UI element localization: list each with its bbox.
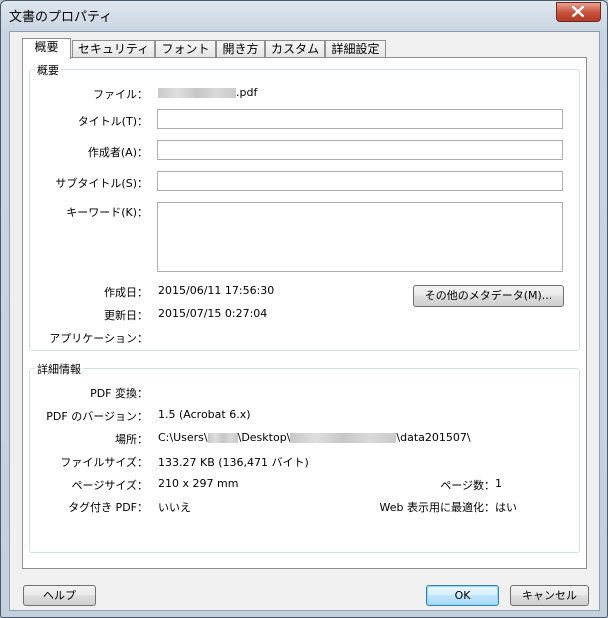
summary-group-label: 概要 (35, 62, 61, 78)
more-metadata-button[interactable]: その他のメタデータ(M)... (413, 285, 564, 307)
help-button[interactable]: ヘルプ (23, 585, 96, 606)
tab-label: セキュリティ (77, 42, 150, 56)
tagged-pdf-label: タグ付き PDF： (68, 501, 148, 514)
page-count-label: ページ数： (440, 479, 495, 492)
application-label: アプリケーション： (49, 332, 148, 345)
fast-web-view-value: はい (495, 501, 517, 514)
title-label: タイトル(T)： (77, 115, 148, 128)
pdf-version-value: 1.5 (Acrobat 6.x) (158, 408, 251, 421)
tab-page-summary: 概要 ファイル： .pdf タイトル(T)： 作成者(A)： サブタイトル(S)… (22, 57, 587, 569)
redacted-filename (158, 88, 236, 98)
location-suffix: \data201507\ (396, 431, 471, 444)
author-field[interactable] (157, 140, 563, 160)
tab-initial-view[interactable]: 開き方 (216, 40, 265, 58)
location-middle: \Desktop\ (237, 431, 291, 444)
producer-label: PDF 変換： (90, 387, 148, 400)
ok-button[interactable]: OK (426, 585, 499, 606)
location-value: C:\Users\ \Desktop\ \data201507\ (158, 431, 471, 444)
tab-custom[interactable]: カスタム (265, 40, 325, 58)
tab-label: 開き方 (222, 42, 259, 56)
author-label: 作成者(A)： (87, 146, 148, 159)
file-value: .pdf (158, 86, 257, 99)
tab-summary[interactable]: 概要 (22, 38, 71, 59)
document-properties-window: 文書のプロパティ 概要 セキュリティ フォント 開き方 カスタム 詳細設定 概要… (0, 0, 608, 618)
cancel-button[interactable]: キャンセル (510, 585, 589, 606)
fast-web-view-label: Web 表示用に最適化： (379, 501, 495, 514)
redacted-folder (290, 433, 397, 443)
tab-security[interactable]: セキュリティ (72, 40, 155, 58)
window-title: 文書のプロパティ (9, 10, 113, 25)
close-button[interactable] (556, 2, 601, 22)
redacted-username (207, 433, 238, 443)
tab-label: 詳細設定 (331, 42, 380, 56)
dialog-client-area: 概要 セキュリティ フォント 開き方 カスタム 詳細設定 概要 ファイル： .p… (9, 31, 600, 611)
file-extension: .pdf (236, 86, 258, 99)
advanced-group-label: 詳細情報 (35, 361, 83, 377)
page-size-label: ページサイズ： (71, 479, 148, 492)
file-size-value: 133.27 KB (136,471 バイト) (158, 456, 309, 469)
file-label: ファイル： (93, 88, 148, 101)
page-size-value: 210 x 297 mm (158, 477, 239, 490)
file-size-label: ファイルサイズ： (60, 456, 148, 469)
title-field[interactable] (157, 109, 563, 129)
tagged-pdf-value: いいえ (158, 501, 191, 514)
page-count-value: 1 (495, 477, 502, 490)
tab-fonts[interactable]: フォント (155, 40, 216, 58)
subject-field[interactable] (157, 171, 563, 191)
location-label: 場所： (115, 433, 148, 446)
pdf-version-label: PDF のバージョン： (46, 410, 148, 423)
location-prefix: C:\Users\ (158, 431, 208, 444)
subject-label: サブタイトル(S)： (55, 177, 148, 190)
tab-label: 概要 (34, 40, 59, 54)
keywords-label: キーワード(K)： (66, 206, 148, 219)
tab-advanced[interactable]: 詳細設定 (325, 40, 386, 58)
modified-label: 更新日： (104, 309, 148, 322)
close-icon (572, 6, 584, 17)
keywords-field[interactable] (157, 202, 563, 272)
tab-label: フォント (161, 42, 210, 56)
title-bar: 文書のプロパティ (1, 1, 607, 29)
created-value: 2015/06/11 17:56:30 (158, 284, 275, 297)
tab-label: カスタム (270, 42, 319, 56)
modified-value: 2015/07/15 0:27:04 (158, 307, 268, 320)
created-label: 作成日： (104, 286, 148, 299)
